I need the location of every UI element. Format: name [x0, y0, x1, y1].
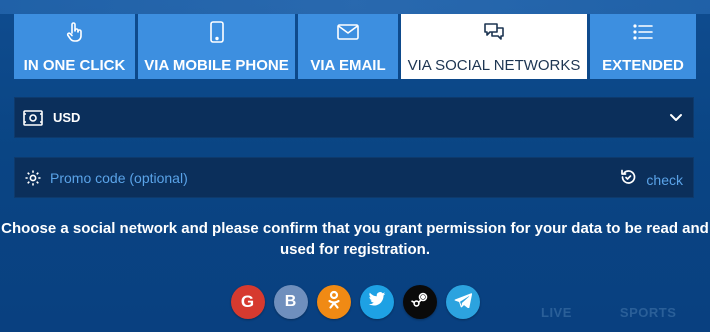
promo-code-field: check — [14, 157, 694, 198]
currency-value: USD — [53, 110, 81, 125]
currency-select[interactable]: USD — [14, 97, 694, 138]
chevron-down-icon[interactable] — [669, 110, 683, 129]
tab-label: VIA MOBILE PHONE — [144, 57, 289, 74]
promo-code-input[interactable] — [50, 162, 450, 193]
list-icon — [633, 20, 653, 44]
bottom-nav: LIVE SPORTS — [541, 305, 676, 320]
info-text: Choose a social network and please confi… — [1, 220, 709, 258]
mobile-phone-icon — [209, 20, 224, 44]
twitter-button[interactable] — [359, 285, 394, 319]
odnoklassniki-button[interactable] — [316, 285, 351, 319]
tab-label: EXTENDED — [602, 57, 684, 74]
odnoklassniki-icon — [327, 290, 341, 315]
vk-icon: B — [284, 293, 297, 310]
tab-via-social-networks[interactable]: VIA SOCIAL NETWORKS — [401, 14, 587, 79]
vk-button[interactable]: B — [273, 285, 308, 319]
telegram-button[interactable] — [445, 285, 480, 319]
tab-in-one-click[interactable]: IN ONE CLICK — [14, 14, 135, 79]
twitter-icon — [368, 292, 386, 312]
tab-extended[interactable]: EXTENDED — [590, 14, 696, 79]
gear-icon — [24, 169, 42, 187]
tab-label: VIA SOCIAL NETWORKS — [407, 57, 581, 74]
check-promo-button[interactable]: check — [619, 168, 683, 191]
chat-bubbles-icon — [483, 20, 505, 44]
steam-button[interactable] — [402, 285, 437, 319]
google-button[interactable]: G — [230, 285, 265, 319]
tab-via-email[interactable]: VIA EMAIL — [298, 14, 398, 79]
pointer-hand-icon — [65, 20, 85, 44]
check-label: check — [646, 171, 683, 188]
registration-tabs: IN ONE CLICK VIA MOBILE PHONE VIA EMAIL … — [14, 14, 696, 79]
envelope-icon — [337, 20, 359, 44]
tab-label: VIA EMAIL — [310, 57, 386, 74]
banknote-icon — [23, 108, 43, 128]
nav-sports[interactable]: SPORTS — [620, 305, 676, 320]
tab-label: IN ONE CLICK — [23, 57, 126, 74]
nav-live[interactable]: LIVE — [541, 305, 572, 320]
background-banner — [0, 0, 710, 14]
steam-icon — [410, 290, 430, 315]
tab-via-mobile-phone[interactable]: VIA MOBILE PHONE — [138, 14, 295, 79]
refresh-icon — [619, 168, 637, 191]
telegram-icon — [454, 292, 472, 313]
google-icon: G — [240, 292, 255, 311]
